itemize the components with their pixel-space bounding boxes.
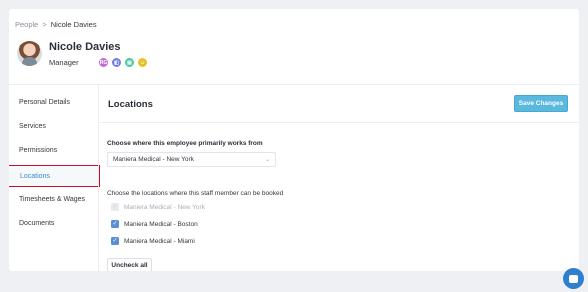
primary-location-label: Choose where this employee primarily wor… <box>107 140 263 147</box>
page-title: Locations <box>108 99 153 110</box>
location-option-miami[interactable]: ✓ Maniera Medical - Miami <box>111 236 195 246</box>
location-option-label: Maniera Medical - Boston <box>124 220 198 228</box>
badge-layout-icon[interactable]: ◧ <box>111 57 122 68</box>
locations-panel: Locations Save Changes Choose where this… <box>99 85 579 271</box>
breadcrumb-people-link[interactable]: People <box>15 20 38 29</box>
badge-smile-icon[interactable]: ☺ <box>137 57 148 68</box>
sidebar-item-locations[interactable]: Locations <box>9 165 100 187</box>
checkbox-checked-icon[interactable]: ✓ <box>111 237 119 245</box>
sidebar-item-timesheets-wages[interactable]: Timesheets & Wages <box>9 188 99 210</box>
uncheck-all-button[interactable]: Uncheck all <box>107 258 152 271</box>
sidebar-item-permissions[interactable]: Permissions <box>9 139 99 161</box>
badge-list-icon[interactable]: ▤ <box>124 57 135 68</box>
chevron-down-icon: ⌄ <box>264 157 270 163</box>
breadcrumb: People > Nicole Davies <box>15 20 97 29</box>
profile-role: Manager <box>49 58 79 67</box>
chat-icon <box>569 274 578 283</box>
breadcrumb-separator: > <box>42 20 47 29</box>
breadcrumb-current: Nicole Davies <box>50 20 97 29</box>
booked-locations-label: Choose the locations where this staff me… <box>107 190 284 197</box>
sidebar-item-personal-details[interactable]: Personal Details <box>9 91 99 113</box>
avatar <box>17 41 42 66</box>
primary-location-select[interactable]: Maniera Medical - New York ⌄ <box>107 152 276 167</box>
location-option-boston[interactable]: ✓ Maniera Medical - Boston <box>111 219 198 229</box>
staff-profile-card: People > Nicole Davies Nicole Davies Man… <box>9 9 579 271</box>
chat-launcher-button[interactable] <box>563 268 584 289</box>
location-option-label: Maniera Medical - New York <box>124 203 205 211</box>
badge-rg-icon[interactable]: RG <box>98 57 109 68</box>
checkbox-checked-icon[interactable]: ✓ <box>111 220 119 228</box>
title-divider <box>99 122 579 123</box>
sidebar-item-documents[interactable]: Documents <box>9 212 99 234</box>
checkbox-disabled-icon: ✓ <box>111 203 119 211</box>
save-changes-button[interactable]: Save Changes <box>514 95 568 112</box>
location-option-new-york: ✓ Maniera Medical - New York <box>111 202 205 212</box>
location-option-label: Maniera Medical - Miami <box>124 237 195 245</box>
service-badges: RG ◧ ▤ ☺ <box>98 57 148 68</box>
sidebar-item-services[interactable]: Services <box>9 115 99 137</box>
profile-name: Nicole Davies <box>49 41 121 53</box>
sidebar: Personal Details Services Permissions Lo… <box>9 85 100 271</box>
primary-location-value: Maniera Medical - New York <box>113 156 194 163</box>
